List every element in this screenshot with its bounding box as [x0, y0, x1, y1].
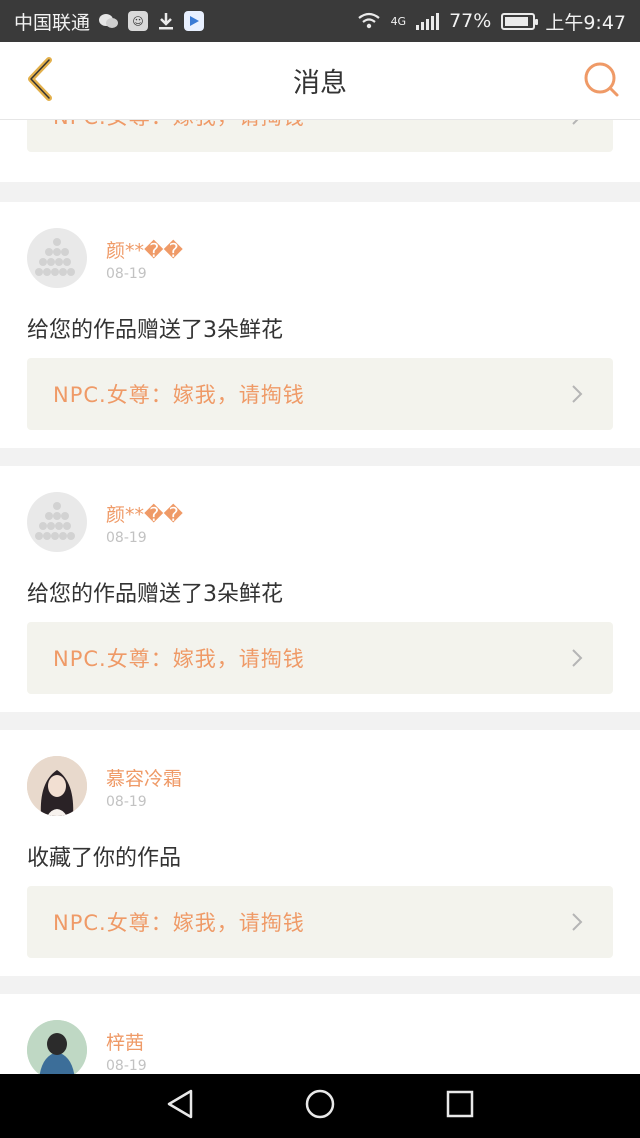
chevron-right-icon — [567, 912, 587, 932]
quoted-work-link[interactable]: NPC.女尊：嫁我，请掏钱 — [27, 886, 613, 958]
chevron-left-icon — [23, 56, 55, 106]
quoted-work-title: NPC.女尊：嫁我，请掏钱 — [53, 647, 305, 671]
chevron-right-icon — [567, 384, 587, 404]
battery-percent-label: 77% — [449, 10, 492, 32]
nav-home-button[interactable] — [290, 1076, 350, 1136]
chat-app-icon: ☺ — [128, 11, 149, 31]
message-card: 颜**�� 08-19 给您的作品赠送了3朵鲜花 NPC.女尊：嫁我，请掏钱 — [0, 466, 640, 712]
wechat-icon — [98, 12, 120, 30]
message-card: 慕容冷霜 08-19 收藏了你的作品 NPC.女尊：嫁我，请掏钱 — [0, 730, 640, 976]
nav-recents-button[interactable] — [430, 1076, 490, 1136]
recents-square-icon — [445, 1089, 475, 1123]
status-bar: 中国联通 ☺ 4G 77% 上午9:47 — [0, 0, 640, 42]
avatar[interactable] — [27, 228, 87, 288]
user-name[interactable]: 慕容冷霜 — [106, 764, 182, 791]
signal-icon — [416, 12, 440, 30]
wifi-icon — [357, 12, 381, 30]
user-name[interactable]: 梓茜 — [106, 1028, 144, 1055]
network-type-label: 4G — [390, 14, 407, 28]
system-nav-bar — [0, 1074, 640, 1138]
page-title: 消息 — [293, 68, 347, 99]
chevron-right-icon — [567, 648, 587, 668]
battery-icon — [501, 12, 539, 30]
message-text: 收藏了你的作品 — [27, 846, 182, 871]
carrier-label: 中国联通 — [14, 11, 91, 34]
quoted-work-link[interactable]: NPC.女尊：嫁我，请掏钱 — [27, 622, 613, 694]
clock-label: 上午9:47 — [545, 11, 626, 34]
message-date: 08-19 — [106, 794, 147, 810]
search-icon — [583, 61, 621, 103]
message-list[interactable]: NPC.女尊：嫁我，请掏钱 颜**�� 08-19 给您的作品赠送了3朵鲜花 N… — [0, 120, 640, 1074]
user-name[interactable]: 颜**�� — [106, 500, 183, 527]
avatar[interactable] — [27, 1020, 87, 1074]
nav-back-button[interactable] — [150, 1076, 210, 1136]
back-button[interactable] — [14, 56, 64, 106]
quoted-work-title: NPC.女尊：嫁我，请掏钱 — [53, 120, 305, 131]
avatar[interactable] — [27, 756, 87, 816]
home-circle-icon — [304, 1088, 336, 1124]
message-date: 08-19 — [106, 530, 147, 546]
search-button[interactable] — [578, 58, 626, 106]
message-date: 08-19 — [106, 1058, 147, 1074]
message-date: 08-19 — [106, 266, 147, 282]
quoted-work-link[interactable]: NPC.女尊：嫁我，请掏钱 — [27, 358, 613, 430]
message-card: 颜**�� 08-19 给您的作品赠送了3朵鲜花 NPC.女尊：嫁我，请掏钱 — [0, 202, 640, 448]
chevron-right-icon — [567, 120, 587, 126]
quoted-work-link[interactable]: NPC.女尊：嫁我，请掏钱 — [27, 120, 613, 152]
user-name[interactable]: 颜**�� — [106, 236, 183, 263]
quoted-work-title: NPC.女尊：嫁我，请掏钱 — [53, 383, 305, 407]
back-triangle-icon — [165, 1088, 195, 1124]
quoted-work-title: NPC.女尊：嫁我，请掏钱 — [53, 911, 305, 935]
message-card: NPC.女尊：嫁我，请掏钱 — [0, 120, 640, 182]
message-text: 给您的作品赠送了3朵鲜花 — [27, 318, 283, 343]
message-text: 给您的作品赠送了3朵鲜花 — [27, 582, 283, 607]
video-app-icon — [184, 11, 205, 31]
app-header: 消息 — [0, 42, 640, 120]
avatar[interactable] — [27, 492, 87, 552]
message-card: 梓茜 08-19 — [0, 994, 640, 1074]
download-icon — [156, 11, 176, 31]
